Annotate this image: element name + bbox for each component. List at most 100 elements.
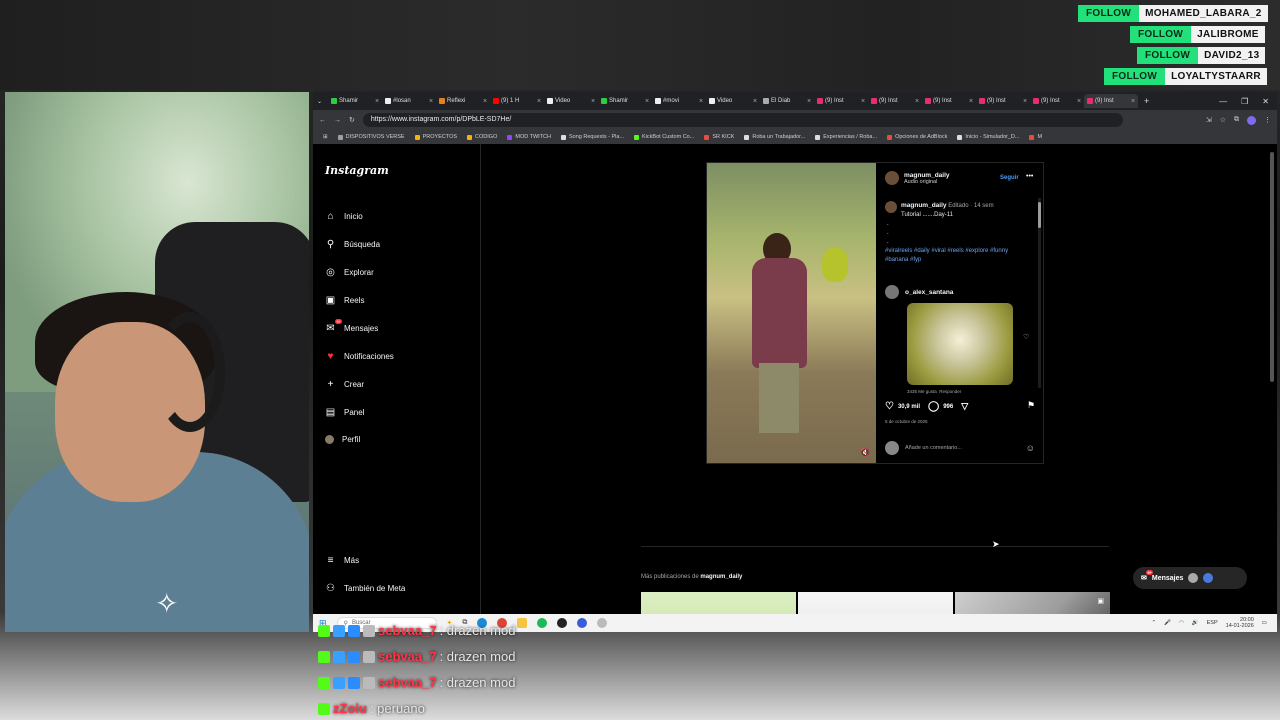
browser-tab[interactable]: #losan ×: [382, 94, 436, 108]
follow-alert: FOLLOW MOHAMED_LABARA_2: [1078, 5, 1268, 22]
bookmark-item[interactable]: KickBot Custom Co...: [634, 134, 694, 140]
nav-search[interactable]: ⚲ Búsqueda: [325, 239, 380, 250]
caption-username[interactable]: magnum_daily: [901, 202, 947, 209]
browser-tab[interactable]: (9) Inst ×: [976, 94, 1030, 108]
clock[interactable]: 20:00 14-01-2026: [1226, 617, 1254, 629]
bookmark-item[interactable]: Song Requests - Pla...: [561, 134, 624, 140]
browser-tab[interactable]: (9) Inst ×: [1030, 94, 1084, 108]
caption-hashtags[interactable]: #viralreels #daily #viral #reels #explor…: [885, 247, 1025, 265]
microphone-icon[interactable]: 🎤: [1164, 620, 1171, 626]
caption-dot: .: [887, 239, 889, 245]
browser-tab[interactable]: (9) Inst ×: [814, 94, 868, 108]
back-icon[interactable]: ←: [319, 117, 326, 124]
extensions-icon[interactable]: ⧉: [1234, 116, 1239, 124]
nav-also-from-meta[interactable]: ⚇ También de Meta: [325, 583, 405, 594]
maximize-icon[interactable]: ❐: [1241, 97, 1248, 106]
notifications-icon[interactable]: ▭: [1262, 620, 1267, 626]
browser-tab[interactable]: (9) Inst ×: [922, 94, 976, 108]
messenger-icon: ✉ 9+: [326, 319, 342, 334]
comment-input[interactable]: Añade un comentario...: [905, 445, 962, 451]
nav-notifications[interactable]: ♥ Notificaciones: [325, 351, 394, 362]
browser-tab[interactable]: El Diab ×: [760, 94, 814, 108]
like-icon[interactable]: ♡: [885, 401, 894, 412]
language-indicator[interactable]: ESP: [1207, 620, 1218, 626]
app-icon[interactable]: [597, 618, 608, 628]
author-avatar[interactable]: [885, 171, 899, 185]
save-bookmark-icon[interactable]: ⚑: [1027, 400, 1035, 411]
bookmark-item[interactable]: Experiencias / Roba...: [815, 134, 877, 140]
nav-reels[interactable]: ▣ Reels: [325, 295, 365, 306]
nav-explore[interactable]: ◎ Explorar: [325, 267, 374, 278]
nav-dashboard[interactable]: ▤ Panel: [325, 407, 365, 418]
bookmark-item[interactable]: M: [1029, 134, 1042, 140]
emoji-icon[interactable]: ☺: [1026, 443, 1035, 453]
caption-avatar[interactable]: [885, 201, 897, 213]
bookmark-item[interactable]: PROYECTOS: [414, 134, 457, 140]
comment-like-icon[interactable]: ♡: [1023, 333, 1029, 341]
author-username[interactable]: magnum_daily: [904, 172, 950, 179]
browser-tab[interactable]: Reflexi ×: [436, 94, 490, 108]
messages-floating-button[interactable]: ✉ 9+ Mensajes: [1133, 567, 1247, 589]
new-tab-button[interactable]: +: [1144, 96, 1149, 106]
file-explorer-icon[interactable]: [517, 618, 528, 628]
browser-tab[interactable]: Video ×: [544, 94, 598, 108]
volume-icon[interactable]: 🔊: [1192, 620, 1199, 626]
browser-tab[interactable]: #movi ×: [652, 94, 706, 108]
comments-scrollbar[interactable]: [1038, 198, 1041, 388]
commenter-username[interactable]: o_alex_santana: [905, 289, 953, 296]
more-posts-user[interactable]: magnum_daily: [700, 574, 742, 580]
audio-label[interactable]: Audio original: [904, 179, 950, 185]
nav-more[interactable]: ≡ Más: [325, 555, 360, 566]
nav-home[interactable]: ⌂ Inicio: [325, 211, 362, 222]
browser-tab[interactable]: Video ×: [706, 94, 760, 108]
page-scrollbar[interactable]: [1270, 152, 1274, 382]
comment-likes[interactable]: 3435 Me gusta: [907, 389, 937, 394]
share-icon[interactable]: ▽: [961, 401, 968, 412]
profile-avatar[interactable]: [1247, 115, 1256, 125]
bookmark-item[interactable]: CODIGO: [467, 134, 497, 140]
bookmark-item[interactable]: DISPOSITIVOS VERSE: [337, 134, 405, 140]
close-window-icon[interactable]: ✕: [1262, 97, 1269, 106]
nav-messages[interactable]: ✉ 9+ Mensajes: [325, 319, 378, 334]
nav-profile[interactable]: Perfil: [325, 435, 360, 444]
my-avatar: [885, 441, 899, 455]
spotify-icon[interactable]: [537, 618, 548, 628]
gem-badge-icon: [348, 676, 360, 689]
minimize-icon[interactable]: —: [1219, 97, 1227, 106]
apps-grid-icon[interactable]: ⊞: [323, 134, 328, 140]
obs-icon[interactable]: [557, 618, 568, 628]
chat-avatar: [1188, 573, 1199, 583]
bookmark-item[interactable]: SR KICK: [704, 134, 734, 140]
mute-icon[interactable]: 🔇: [860, 448, 870, 457]
commenter-avatar[interactable]: [885, 285, 899, 299]
like-count[interactable]: 30,9 mil: [898, 404, 920, 410]
instagram-logo[interactable]: Instagram: [325, 164, 389, 177]
app-icon[interactable]: [577, 618, 588, 628]
browser-tab[interactable]: (9) Inst ×: [868, 94, 922, 108]
bookmark-item[interactable]: Inicio - Simulador_D...: [957, 134, 1019, 140]
reply-button[interactable]: Responder: [939, 389, 961, 394]
follow-alert-label: FOLLOW: [1078, 5, 1140, 22]
forward-icon[interactable]: →: [334, 117, 341, 124]
bookmark-item[interactable]: Opciones de AdBlock: [887, 134, 947, 140]
post-video[interactable]: 🔇: [707, 163, 876, 463]
bookmark-item[interactable]: Roba un Trabajador...: [744, 134, 805, 140]
wifi-icon[interactable]: ◠: [1179, 620, 1184, 626]
follow-button[interactable]: Seguir: [1000, 175, 1019, 181]
nav-create[interactable]: + Crear: [325, 379, 364, 390]
more-options-icon[interactable]: •••: [1026, 173, 1033, 180]
bookmark-item[interactable]: MOD TWITCH: [507, 134, 551, 140]
reload-icon[interactable]: ↻: [349, 116, 355, 124]
url-field[interactable]: https://www.instagram.com/p/DPbLE-SD7He/: [362, 113, 1123, 127]
browser-tab[interactable]: Shamir ×: [598, 94, 652, 108]
comment-icon[interactable]: ◯: [928, 401, 939, 412]
browser-tab[interactable]: Shamir ×: [328, 94, 382, 108]
browser-menu-icon[interactable]: ⋮: [1264, 116, 1271, 124]
install-icon[interactable]: ⇲: [1206, 116, 1212, 124]
bookmark-star-icon[interactable]: ☆: [1220, 116, 1226, 124]
browser-tab[interactable]: (9) 1 H ×: [490, 94, 544, 108]
tab-list-chevron-icon[interactable]: ⌄: [317, 98, 322, 105]
tray-chevron-icon[interactable]: ⌃: [1152, 620, 1157, 626]
kick-badge-icon: [318, 676, 330, 689]
browser-tab-active[interactable]: (9) Inst ×: [1084, 94, 1139, 108]
